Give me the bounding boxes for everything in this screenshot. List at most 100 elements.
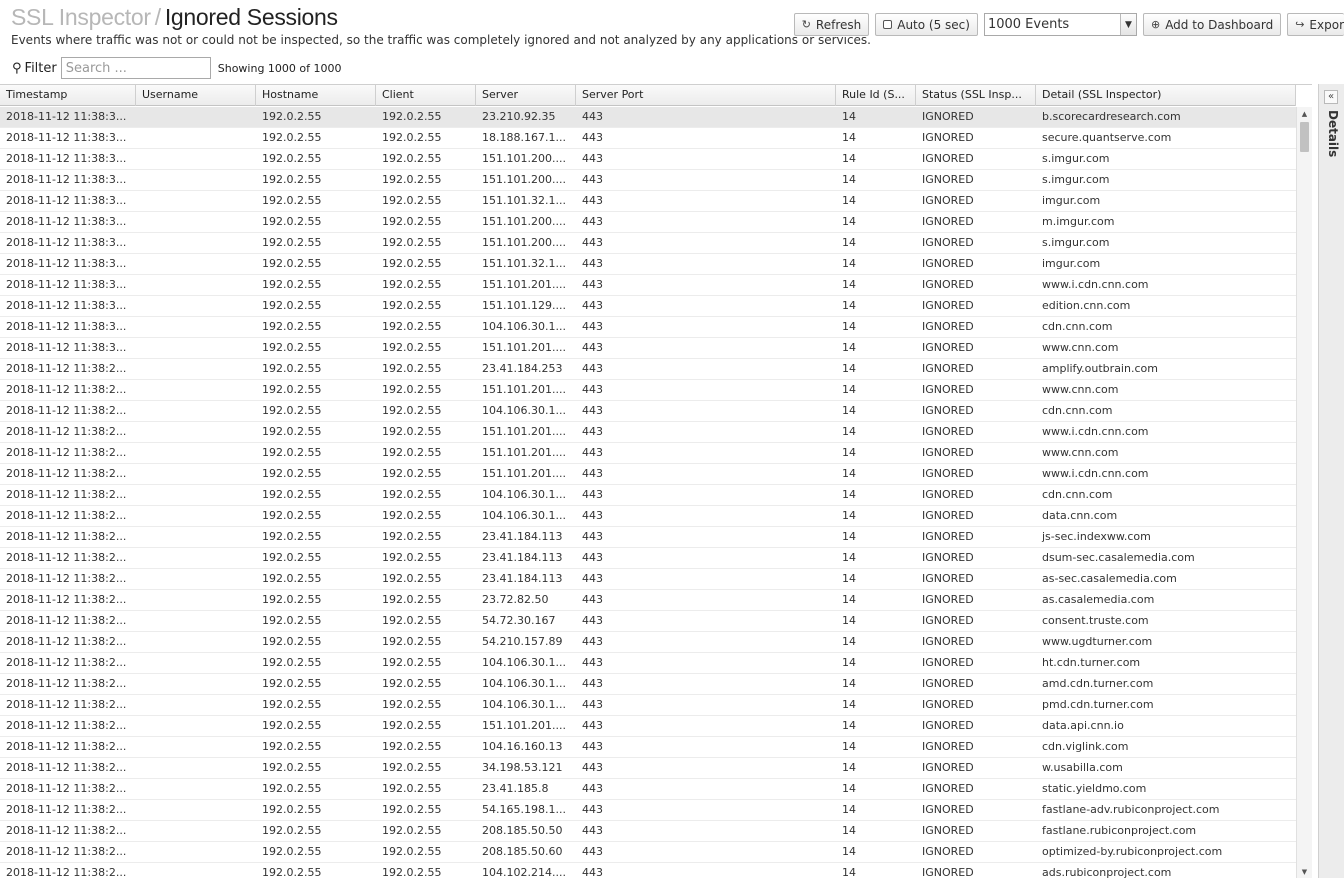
column-header-server[interactable]: Server [476, 85, 576, 106]
column-header-server-port[interactable]: Server Port [576, 85, 836, 106]
column-header-detail[interactable]: Detail (SSL Inspector) [1036, 85, 1296, 106]
search-input[interactable] [60, 57, 211, 79]
cell-status: IGNORED [922, 572, 974, 585]
cell-timestamp: 2018-11-12 11:38:3... [6, 278, 127, 291]
table-row[interactable]: 2018-11-12 11:38:2... 192.0.2.55 192.0.2.5… [0, 359, 1296, 380]
table-row[interactable]: 2018-11-12 11:38:2... 192.0.2.55 192.0.2.5… [0, 506, 1296, 527]
scroll-up-icon[interactable]: ▲ [1297, 107, 1312, 121]
cell-status: IGNORED [922, 467, 974, 480]
cell-rule-id: 14 [842, 698, 856, 711]
cell-timestamp: 2018-11-12 11:38:2... [6, 593, 127, 606]
cell-rule-id: 14 [842, 614, 856, 627]
cell-rule-id: 14 [842, 404, 856, 417]
breadcrumb-ssl-inspector[interactable]: SSL Inspector [11, 4, 151, 30]
table-row[interactable]: 2018-11-12 11:38:2... 192.0.2.55 192.0.2.5… [0, 401, 1296, 422]
cell-timestamp: 2018-11-12 11:38:3... [6, 131, 127, 144]
scrollbar-thumb[interactable] [1300, 122, 1309, 152]
column-header-client[interactable]: Client [376, 85, 476, 106]
cell-client: 192.0.2.55 [382, 425, 442, 438]
table-row[interactable]: 2018-11-12 11:38:2... 192.0.2.55 192.0.2.5… [0, 443, 1296, 464]
cell-username [136, 758, 256, 778]
table-row[interactable]: 2018-11-12 11:38:2... 192.0.2.55 192.0.2.5… [0, 674, 1296, 695]
cell-username [136, 317, 256, 337]
cell-status: IGNORED [922, 299, 974, 312]
table-row[interactable]: 2018-11-12 11:38:2... 192.0.2.55 192.0.2.5… [0, 800, 1296, 821]
cell-client: 192.0.2.55 [382, 446, 442, 459]
cell-rule-id: 14 [842, 173, 856, 186]
table-row[interactable]: 2018-11-12 11:38:3... 192.0.2.55 192.0.2.5… [0, 107, 1296, 128]
cell-status: IGNORED [922, 866, 974, 878]
table-row[interactable]: 2018-11-12 11:38:2... 192.0.2.55 192.0.2.5… [0, 716, 1296, 737]
column-header-timestamp[interactable]: Timestamp [0, 85, 136, 106]
table-row[interactable]: 2018-11-12 11:38:3... 192.0.2.55 192.0.2.5… [0, 170, 1296, 191]
table-row[interactable]: 2018-11-12 11:38:2... 192.0.2.55 192.0.2.5… [0, 548, 1296, 569]
chevron-down-icon[interactable]: ▼ [1119, 14, 1136, 35]
cell-detail: www.i.cdn.cnn.com [1042, 278, 1149, 291]
cell-username [136, 275, 256, 295]
cell-server: 151.101.32.1... [482, 194, 566, 207]
cell-client: 192.0.2.55 [382, 257, 442, 270]
details-panel-label[interactable]: Details [1326, 110, 1340, 157]
refresh-button[interactable]: ↻ Refresh [793, 13, 870, 36]
cell-status: IGNORED [922, 614, 974, 627]
table-row[interactable]: 2018-11-12 11:38:2... 192.0.2.55 192.0.2.5… [0, 422, 1296, 443]
cell-rule-id: 14 [842, 677, 856, 690]
table-row[interactable]: 2018-11-12 11:38:2... 192.0.2.55 192.0.2.5… [0, 632, 1296, 653]
cell-client: 192.0.2.55 [382, 131, 442, 144]
table-row[interactable]: 2018-11-12 11:38:3... 192.0.2.55 192.0.2.5… [0, 149, 1296, 170]
table-row[interactable]: 2018-11-12 11:38:2... 192.0.2.55 192.0.2.5… [0, 779, 1296, 800]
table-row[interactable]: 2018-11-12 11:38:2... 192.0.2.55 192.0.2.5… [0, 842, 1296, 863]
cell-detail: s.imgur.com [1042, 236, 1110, 249]
column-header-rule-id[interactable]: Rule Id (S... [836, 85, 916, 106]
table-row[interactable]: 2018-11-12 11:38:2... 192.0.2.55 192.0.2.5… [0, 653, 1296, 674]
events-limit-select[interactable]: 1000 Events ▼ [983, 13, 1137, 36]
table-row[interactable]: 2018-11-12 11:38:3... 192.0.2.55 192.0.2.5… [0, 191, 1296, 212]
checkbox-icon[interactable] [883, 20, 893, 29]
cell-server: 104.106.30.1... [482, 677, 566, 690]
vertical-scrollbar[interactable]: ▲ ▼ [1296, 107, 1312, 878]
export-button[interactable]: ↪ Expor [1287, 13, 1344, 36]
table-row[interactable]: 2018-11-12 11:38:2... 192.0.2.55 192.0.2.5… [0, 863, 1296, 878]
cell-server: 151.101.200.... [482, 236, 566, 249]
double-chevron-left-icon[interactable]: « [1324, 90, 1338, 104]
table-row[interactable]: 2018-11-12 11:38:3... 192.0.2.55 192.0.2.5… [0, 254, 1296, 275]
table-row[interactable]: 2018-11-12 11:38:3... 192.0.2.55 192.0.2.5… [0, 317, 1296, 338]
table-row[interactable]: 2018-11-12 11:38:2... 192.0.2.55 192.0.2.5… [0, 569, 1296, 590]
table-row[interactable]: 2018-11-12 11:38:3... 192.0.2.55 192.0.2.5… [0, 296, 1296, 317]
table-row[interactable]: 2018-11-12 11:38:2... 192.0.2.55 192.0.2.5… [0, 737, 1296, 758]
auto-refresh-toggle[interactable]: Auto (5 sec) [875, 13, 978, 36]
cell-username [136, 254, 256, 274]
column-header-hostname[interactable]: Hostname [256, 85, 376, 106]
cell-hostname: 192.0.2.55 [262, 614, 322, 627]
cell-timestamp: 2018-11-12 11:38:2... [6, 740, 127, 753]
table-row[interactable]: 2018-11-12 11:38:2... 192.0.2.55 192.0.2.5… [0, 758, 1296, 779]
table-row[interactable]: 2018-11-12 11:38:3... 192.0.2.55 192.0.2.5… [0, 338, 1296, 359]
scroll-down-icon[interactable]: ▼ [1297, 865, 1312, 878]
table-row[interactable]: 2018-11-12 11:38:3... 192.0.2.55 192.0.2.5… [0, 128, 1296, 149]
table-row[interactable]: 2018-11-12 11:38:2... 192.0.2.55 192.0.2.5… [0, 464, 1296, 485]
cell-detail: ads.rubiconproject.com [1042, 866, 1172, 878]
table-row[interactable]: 2018-11-12 11:38:2... 192.0.2.55 192.0.2.5… [0, 380, 1296, 401]
cell-server: 104.106.30.1... [482, 320, 566, 333]
table-row[interactable]: 2018-11-12 11:38:3... 192.0.2.55 192.0.2.5… [0, 275, 1296, 296]
cell-username [136, 653, 256, 673]
table-row[interactable]: 2018-11-12 11:38:2... 192.0.2.55 192.0.2.5… [0, 695, 1296, 716]
table-row[interactable]: 2018-11-12 11:38:2... 192.0.2.55 192.0.2.5… [0, 611, 1296, 632]
table-row[interactable]: 2018-11-12 11:38:2... 192.0.2.55 192.0.2.5… [0, 590, 1296, 611]
add-to-dashboard-button[interactable]: ⊕ Add to Dashboard [1142, 13, 1282, 36]
filter-bar: ⚲ Filter Showing 1000 of 1000 [0, 54, 1344, 82]
table-row[interactable]: 2018-11-12 11:38:2... 192.0.2.55 192.0.2.5… [0, 821, 1296, 842]
cell-detail: www.i.cdn.cnn.com [1042, 425, 1149, 438]
column-header-status[interactable]: Status (SSL Insp... [916, 85, 1036, 106]
table-row[interactable]: 2018-11-12 11:38:2... 192.0.2.55 192.0.2.5… [0, 485, 1296, 506]
cell-status: IGNORED [922, 425, 974, 438]
cell-username [136, 842, 256, 862]
table-row[interactable]: 2018-11-12 11:38:2... 192.0.2.55 192.0.2.5… [0, 527, 1296, 548]
table-row[interactable]: 2018-11-12 11:38:3... 192.0.2.55 192.0.2.5… [0, 212, 1296, 233]
cell-server-port: 443 [582, 761, 603, 774]
cell-client: 192.0.2.55 [382, 194, 442, 207]
table-row[interactable]: 2018-11-12 11:38:3... 192.0.2.55 192.0.2.5… [0, 233, 1296, 254]
column-header-username[interactable]: Username [136, 85, 256, 106]
cell-hostname: 192.0.2.55 [262, 572, 322, 585]
cell-username [136, 464, 256, 484]
